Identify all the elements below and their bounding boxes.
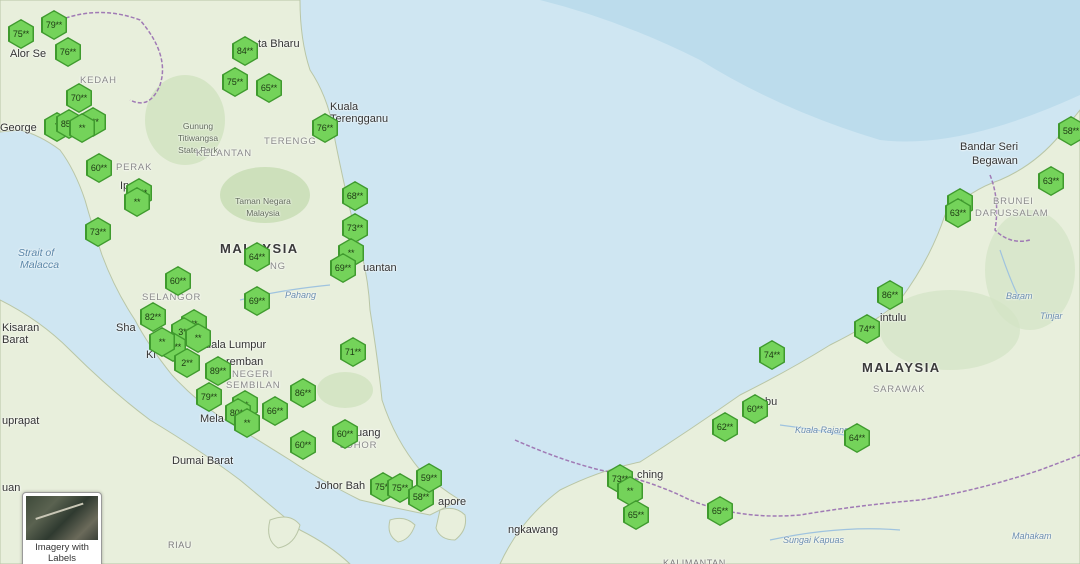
map-marker-value: 64** bbox=[845, 424, 869, 452]
map-marker-value: 74** bbox=[855, 315, 879, 343]
map-marker-value: 73** bbox=[343, 214, 367, 242]
map-marker-value: 75** bbox=[9, 20, 33, 48]
map-marker-value: 71** bbox=[341, 338, 365, 366]
map-marker-value: 86** bbox=[878, 281, 902, 309]
map-marker-value: 60** bbox=[743, 395, 767, 423]
map-marker-value: 62** bbox=[713, 413, 737, 441]
basemap-toggle-button[interactable]: Imagery with Labels bbox=[22, 492, 102, 564]
map-marker-value: 75** bbox=[223, 68, 247, 96]
map-marker-value: 65** bbox=[708, 497, 732, 525]
basemap bbox=[0, 0, 1080, 564]
map-marker-value: 60** bbox=[291, 431, 315, 459]
map-marker-value: 74** bbox=[760, 341, 784, 369]
map-marker-value: 65** bbox=[257, 74, 281, 102]
map-marker-value: 66** bbox=[263, 397, 287, 425]
map-marker-value: 76** bbox=[313, 114, 337, 142]
map-marker-value: ** bbox=[150, 328, 174, 356]
map-marker-value: 59** bbox=[417, 464, 441, 492]
basemap-thumbnail bbox=[26, 496, 98, 540]
map-marker-value: 60** bbox=[166, 267, 190, 295]
map-marker-value: ** bbox=[125, 188, 149, 216]
map-marker-value: 79** bbox=[197, 383, 221, 411]
map-view[interactable]: Alor Se KEDAH George PERAK Ip ta Bharu Kuala Te… bbox=[0, 0, 1080, 564]
map-marker-value: 63** bbox=[946, 199, 970, 227]
map-marker-value: 60** bbox=[87, 154, 111, 182]
map-marker-value: 68** bbox=[343, 182, 367, 210]
map-marker-value: 65** bbox=[624, 501, 648, 529]
map-marker-value: 82** bbox=[141, 303, 165, 331]
map-marker-value: 86** bbox=[291, 379, 315, 407]
map-marker-value: ** bbox=[70, 114, 94, 142]
basemap-toggle-label: Imagery with Labels bbox=[35, 542, 89, 564]
map-marker-value: 79** bbox=[42, 11, 66, 39]
map-marker-value: ** bbox=[186, 324, 210, 352]
map-marker-value: 70** bbox=[67, 84, 91, 112]
map-marker-value: 60** bbox=[333, 420, 357, 448]
map-marker-value: 63** bbox=[1039, 167, 1063, 195]
map-marker-value: 69** bbox=[331, 254, 355, 282]
map-marker-value: 89** bbox=[206, 357, 230, 385]
map-marker-value: 84** bbox=[233, 37, 257, 65]
map-marker-value: 76** bbox=[56, 38, 80, 66]
map-marker-value: 58** bbox=[1059, 117, 1080, 145]
map-marker-value: 73** bbox=[86, 218, 110, 246]
map-marker-value: 64** bbox=[245, 243, 269, 271]
map-marker-value: 2** bbox=[175, 349, 199, 377]
map-marker-value: ** bbox=[235, 409, 259, 437]
map-marker-value: 69** bbox=[245, 287, 269, 315]
map-marker-value: ** bbox=[618, 477, 642, 505]
